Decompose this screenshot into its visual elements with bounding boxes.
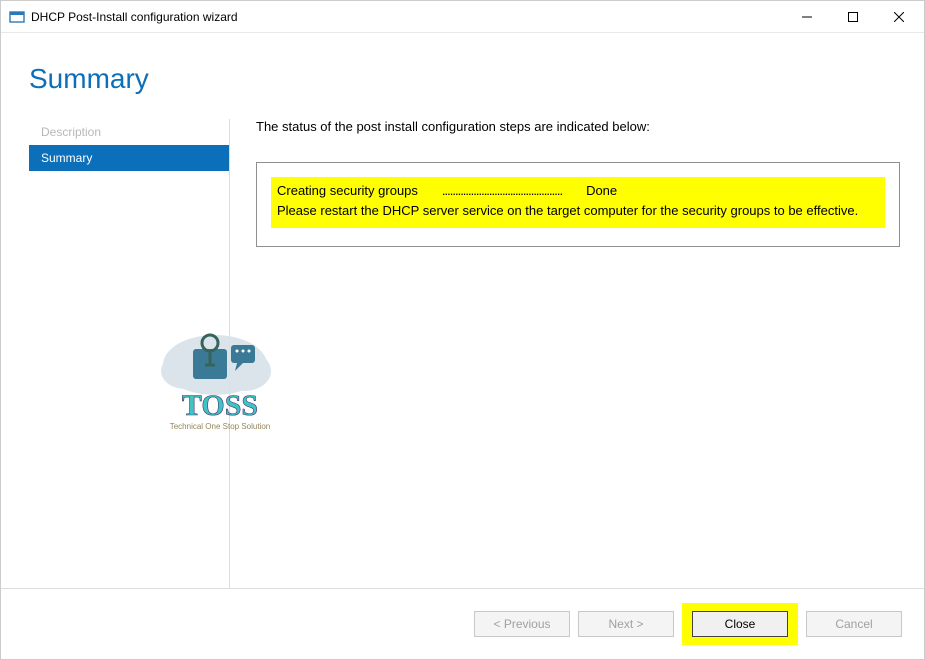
next-button: Next > [578,611,674,637]
close-button[interactable]: Close [692,611,788,637]
intro-text: The status of the post install configura… [256,119,900,134]
sidebar-item-description: Description [29,119,229,145]
watermark-tagline: Technical One Stop Solution [170,422,271,431]
status-message: Please restart the DHCP server service o… [277,202,879,220]
titlebar: DHCP Post-Install configuration wizard [1,1,924,33]
sidebar-item-summary[interactable]: Summary [29,145,229,171]
close-window-button[interactable] [876,2,922,32]
footer: < Previous Next > Close Cancel [1,588,924,659]
sidebar-item-label: Summary [41,151,92,165]
close-button-highlight: Close [682,603,798,645]
body: Description Summary The status of the po… [1,119,924,588]
svg-text:TOSS: TOSS [182,389,258,422]
window-title: DHCP Post-Install configuration wizard [31,10,784,24]
status-dots: ........................................… [442,183,562,198]
minimize-button[interactable] [784,2,830,32]
status-task: Creating security groups [277,183,418,198]
status-result: Done [586,183,617,198]
window-controls [784,2,922,32]
sidebar-item-label: Description [41,125,101,139]
main-panel: The status of the post install configura… [229,119,924,588]
content-area: Summary Description Summary The status o… [1,33,924,588]
watermark-logo: TOSS TOSS Technical One Stop Solution [145,323,295,456]
status-line: Creating security groups ...............… [277,183,879,198]
previous-button: < Previous [474,611,570,637]
maximize-button[interactable] [830,2,876,32]
wizard-window: DHCP Post-Install configuration wizard S… [0,0,925,660]
cancel-button: Cancel [806,611,902,637]
window-icon [9,9,25,25]
page-title: Summary [1,33,924,119]
status-box: Creating security groups ...............… [256,162,900,247]
status-highlight: Creating security groups ...............… [271,177,885,228]
